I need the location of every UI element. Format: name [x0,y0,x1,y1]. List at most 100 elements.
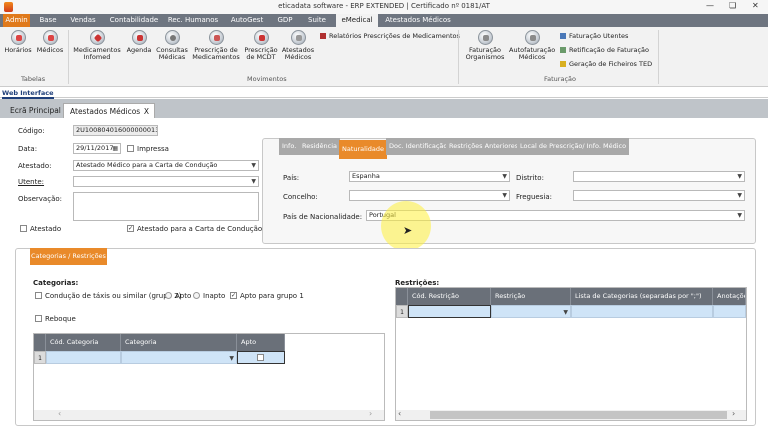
ribbon-button-agenda[interactable]: Agenda [123,30,155,54]
utente-label: Utente: [18,178,45,186]
restricoes-cell-anotacoes[interactable] [713,305,746,318]
mouse-pointer-icon: ➤ [403,224,413,237]
scroll-right-icon[interactable]: › [369,409,372,418]
ribbon-tab-suite[interactable]: Suite [303,14,331,27]
apto-radio[interactable] [165,292,172,299]
ribbon-tab-atestados[interactable]: Atestados Médicos [384,14,452,27]
impressa-checkbox[interactable] [127,145,134,152]
chevron-down-icon[interactable]: ▼ [229,355,234,362]
restricoes-cell-cod[interactable] [408,305,491,318]
ribbon-button-horarios[interactable]: Horários [2,30,34,54]
tab-atestados-medicos[interactable]: Atestados Médicos X [63,103,155,118]
carta-conducao-checkbox[interactable]: ✓ [127,225,134,232]
ribbon-button-prescricao-medicamentos[interactable]: Prescrição de Medicamentos [191,30,241,61]
maximize-icon[interactable]: ❏ [729,1,736,10]
minimize-icon[interactable]: — [706,1,714,10]
ribbon-item-faturacao-utentes[interactable]: Faturação Utentes [560,32,628,40]
restricoes-header-cod[interactable]: Cód. Restrição [408,288,491,305]
restricoes-header-lista[interactable]: Lista de Categorias (separadas por ";") [571,288,713,305]
chevron-down-icon[interactable]: ▼ [251,161,256,170]
apto-grupo1-checkbox[interactable]: ✓ [230,292,237,299]
tab-info[interactable]: Info. [279,138,300,155]
web-interface-tab[interactable]: Web Interface [2,89,54,99]
chevron-down-icon[interactable]: ▼ [251,177,256,186]
chevron-down-icon[interactable]: ▼ [737,211,742,220]
ribbon-button-medicamentos[interactable]: Medicamentos Infomed [72,30,122,61]
ribbon-item-retificacao[interactable]: Retificação de Faturação [560,46,649,54]
tab-residencia[interactable]: Residência [299,138,341,155]
chevron-down-icon[interactable]: ▼ [737,172,742,181]
atestado-select[interactable]: Atestado Médico para a Carta de Condução… [73,160,259,171]
freguesia-select[interactable]: ▼ [573,190,745,201]
mcdt-icon [253,30,269,45]
utente-select[interactable]: ▼ [73,176,259,187]
categorias-restricoes-button[interactable]: Categorias / Restrições [30,248,107,265]
tab-restricoes-anteriores[interactable]: Restrições Anteriores [446,138,522,155]
ribbon-tab-autogest[interactable]: AutoGest [226,14,268,27]
ribbon-section-tabelas: Tabelas [21,75,46,83]
ribbon-tab-base[interactable]: Base [34,14,62,27]
tab-local-prescricao[interactable]: Local de Prescrição/ Info. Médico [517,138,630,155]
chevron-down-icon[interactable]: ▼ [563,309,568,316]
grid-apto-checkbox[interactable] [257,354,264,361]
concelho-select[interactable]: ▼ [349,190,510,201]
taxi-checkbox[interactable] [35,292,42,299]
taxi-label: Condução de táxis ou similar (grupo 2) [45,292,182,300]
tab-doc-identificacao[interactable]: Doc. Identificação [386,138,451,155]
scroll-right-icon[interactable]: › [732,409,735,418]
grid-header-cod-categoria[interactable]: Cód. Categoria [46,334,121,351]
restricoes-header-restricao[interactable]: Restrição [491,288,571,305]
categorias-hscroll[interactable] [34,410,384,420]
grid-header-categoria[interactable]: Categoria [121,334,237,351]
scroll-left-icon[interactable]: ‹ [58,409,61,418]
ribbon-button-autofaturacao[interactable]: Autofaturação Médicos [509,30,555,61]
ribbon-tab-gdp[interactable]: GDP [273,14,297,27]
tab-ecra-principal[interactable]: Ecrã Principal [4,103,67,118]
invoice-icon [560,33,566,39]
ribbon-button-faturacao-organismos[interactable]: Faturação Organismos [463,30,507,61]
apto-radio-label: Apto [175,292,192,300]
ribbon-button-consultas[interactable]: Consultas Médicas [155,30,189,61]
ribbon-tab-emedical[interactable]: eMedical [336,14,378,27]
inapto-radio[interactable] [193,292,200,299]
chevron-down-icon[interactable]: ▼ [502,172,507,181]
atestado-checkbox[interactable] [20,225,27,232]
ribbon-tab-vendas[interactable]: Vendas [66,14,100,27]
scroll-left-icon[interactable]: ‹ [398,409,401,418]
ribbon-button-atestados[interactable]: Atestados Médicos [281,30,315,61]
ribbon-button-prescricao-mcdt[interactable]: Prescrição de MCDT [242,30,280,61]
restricoes-header-anotacoes[interactable]: Anotaçõe [713,288,746,305]
grid-cell-apto[interactable] [237,351,285,364]
ribbon-item-ted[interactable]: Geração de Ficheiros TED [560,60,652,68]
concelho-label: Concelho: [283,193,318,201]
ribbon-item-relatorios[interactable]: Relatórios Prescrições de Medicamentos [320,32,460,40]
restricoes-title: Restrições: [395,279,440,287]
ribbon-tab-rec-humanos[interactable]: Rec. Humanos [166,14,220,27]
distrito-label: Distrito: [516,174,544,182]
grid-cell-cod-categoria[interactable] [46,351,121,364]
pais-select[interactable]: Espanha ▼ [349,171,510,182]
reboque-checkbox[interactable] [35,315,42,322]
chevron-down-icon[interactable]: ▼ [737,191,742,200]
ribbon-tab-admin[interactable]: Admin [3,14,30,27]
close-icon[interactable]: ✕ [752,1,759,10]
ribbon-button-medicos[interactable]: Médicos [34,30,66,54]
observacao-label: Observação: [18,195,62,203]
grid-row-number: 1 [34,351,46,364]
restricoes-scroll-thumb[interactable] [430,411,727,419]
tab-naturalidade[interactable]: Naturalidade [339,140,388,159]
document-tab-bar: Ecrã Principal Atestados Médicos X [0,99,768,118]
codigo-field[interactable]: 2U1008040160000000138 [73,125,158,136]
grid-cell-categoria[interactable]: ▼ [121,351,237,364]
calendar-icon[interactable]: ▦ [112,144,118,153]
chevron-down-icon[interactable]: ▼ [502,191,507,200]
grid-header-apto[interactable]: Apto [237,334,285,351]
data-field[interactable]: 29/11/2017 ▦ [73,143,121,154]
observacao-textarea[interactable] [73,192,259,221]
ribbon-tab-contabilidade[interactable]: Contabilidade [107,14,161,27]
stethoscope-icon [164,30,180,45]
tab-close-icon[interactable]: X [144,104,149,119]
restricoes-cell-restricao[interactable]: ▼ [491,305,571,318]
restricoes-cell-lista[interactable] [571,305,713,318]
distrito-select[interactable]: ▼ [573,171,745,182]
